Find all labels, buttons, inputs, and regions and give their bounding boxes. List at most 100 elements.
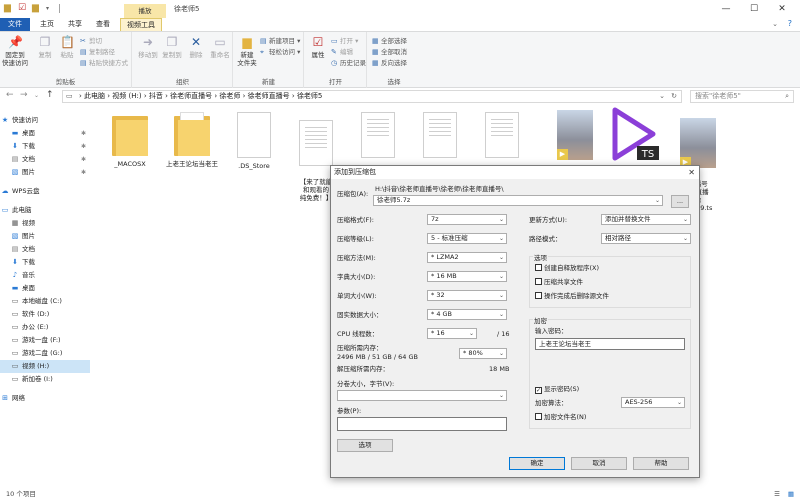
threads-combo[interactable]: * 16 ⌄ — [427, 328, 477, 339]
sfx-checkbox[interactable]: 创建自释放程序(X) — [535, 264, 599, 273]
nav-pc-pictures[interactable]: ▧ 图片 — [0, 230, 90, 243]
nav-drive-d[interactable]: ▭ 软件 (D:) — [0, 308, 90, 321]
properties-qa-icon[interactable]: ☑ — [18, 3, 26, 13]
search-input[interactable]: 搜索"徐老师5" ⌕ — [690, 90, 794, 103]
nav-quick-access[interactable]: ★ 快速访问 — [0, 114, 90, 127]
edit-button[interactable]: ✎ 编辑 — [331, 47, 353, 57]
details-view-icon[interactable]: ☰ — [774, 488, 780, 500]
file-item-folder[interactable]: 上老王论坛当老王 — [162, 112, 222, 168]
method-combo[interactable]: * LZMA2 ⌄ — [427, 252, 507, 263]
invert-selection-button[interactable]: ▦ 反向选择 — [372, 58, 407, 68]
nav-documents[interactable]: ▤ 文档 ✱ — [0, 153, 90, 166]
nav-drive-f[interactable]: ▭ 游戏一盘 (F:) — [0, 334, 90, 347]
solid-combo[interactable]: * 4 GB ⌄ — [427, 309, 507, 320]
options-button[interactable]: 选项 — [337, 439, 393, 452]
show-password-checkbox[interactable]: ✓ 显示密码(S) — [535, 385, 579, 394]
tab-share[interactable]: 共享 — [62, 18, 88, 31]
address-dropdown-icon[interactable]: ⌄ — [659, 91, 665, 102]
nav-drive-h[interactable]: ▭ 视频 (H:) — [0, 360, 90, 373]
quick-access-dropdown-icon[interactable]: ▾ — [46, 5, 49, 12]
help-icon[interactable]: ? — [788, 19, 792, 28]
file-item[interactable] — [410, 112, 470, 162]
split-combo[interactable]: ⌄ — [337, 390, 507, 401]
rename-button[interactable]: ▭ 重命名 — [207, 35, 233, 59]
new-folder-qa-icon[interactable]: ▆ — [32, 3, 39, 13]
breadcrumb-item[interactable]: 抖音 — [149, 92, 163, 100]
close-button[interactable]: ✕ — [772, 2, 792, 16]
ribbon-expand-icon[interactable]: ⌄ — [772, 20, 778, 28]
maximize-button[interactable]: ☐ — [744, 2, 764, 16]
help-button[interactable]: 帮助 — [633, 457, 689, 470]
delete-button[interactable]: ✕ 删除 — [183, 35, 209, 59]
tab-video-tools[interactable]: 视频工具 — [120, 18, 162, 31]
cut-button[interactable]: ✂ 剪切 — [80, 36, 102, 46]
breadcrumb-item[interactable]: 徐老师5 — [297, 92, 322, 100]
properties-button[interactable]: ☑ 属性 — [305, 35, 331, 59]
forward-arrow-icon[interactable]: → — [20, 90, 28, 100]
nav-desktop[interactable]: ▬ 桌面 ✱ — [0, 127, 90, 140]
memory-percent-combo[interactable]: * 80% ⌄ — [459, 348, 507, 359]
level-combo[interactable]: 5 - 标准压缩 ⌄ — [427, 233, 507, 244]
cancel-button[interactable]: 取消 — [571, 457, 627, 470]
nav-this-pc[interactable]: ▭ 此电脑 — [0, 204, 90, 217]
file-item-video[interactable]: ▶ — [545, 110, 605, 164]
file-item[interactable] — [472, 112, 532, 162]
nav-pc-desktop[interactable]: ▬ 桌面 — [0, 282, 90, 295]
dialog-close-button[interactable]: ✕ — [688, 166, 695, 179]
new-folder-button[interactable]: ▆ 新建 文件夹 — [234, 35, 260, 67]
pathmode-combo[interactable]: 相对路径 ⌄ — [601, 233, 691, 244]
shared-checkbox[interactable]: 压缩共享文件 — [535, 278, 583, 287]
file-item[interactable] — [348, 112, 408, 162]
move-to-button[interactable]: ➜ 移动到 — [135, 35, 161, 59]
delete-source-checkbox[interactable]: 操作完成后删除源文件 — [535, 292, 609, 301]
archive-name-combo[interactable]: 徐老师5.7z ⌄ — [373, 195, 663, 206]
address-bar[interactable]: ▭ › 此电脑 › 视频 (H:) › 抖音 › 徐老师直播号 › 徐老师 › … — [62, 90, 682, 103]
breadcrumb-item[interactable]: 徐老师 — [219, 92, 240, 100]
history-button[interactable]: ◷ 历史记录 — [331, 58, 366, 68]
breadcrumb-item[interactable]: 徐老师直播号 — [170, 92, 212, 100]
pin-quick-access-button[interactable]: 📌 固定到 快速访问 — [2, 35, 28, 67]
nav-drive-e[interactable]: ▭ 办公 (E:) — [0, 321, 90, 334]
tab-home[interactable]: 主页 — [34, 18, 60, 31]
open-button[interactable]: ▭ 打开 ▾ — [331, 36, 358, 46]
easy-access-button[interactable]: ⌖ 轻松访问 ▾ — [260, 47, 300, 57]
large-icons-view-icon[interactable]: ▦ — [788, 488, 794, 500]
encrypt-names-checkbox[interactable]: 加密文件名(N) — [535, 413, 586, 422]
nav-drive-i[interactable]: ▭ 新加卷 (I:) — [0, 373, 90, 386]
word-combo[interactable]: * 32 ⌄ — [427, 290, 507, 301]
breadcrumb-item[interactable]: 视频 (H:) — [112, 92, 141, 100]
nav-wps-cloud[interactable]: ☁ WPS云盘 — [0, 185, 90, 198]
browse-button[interactable]: ... — [671, 195, 689, 208]
paste-button[interactable]: 📋 粘贴 — [54, 35, 80, 59]
breadcrumb-item[interactable]: 徐老师直播号 — [248, 92, 290, 100]
minimize-button[interactable]: — — [716, 2, 736, 16]
tab-file[interactable]: 文件 — [0, 18, 30, 31]
back-arrow-icon[interactable]: ← — [6, 90, 14, 100]
paste-shortcut-button[interactable]: ▤ 粘贴快捷方式 — [80, 58, 128, 68]
tab-view[interactable]: 查看 — [90, 18, 116, 31]
nav-videos[interactable]: ▦ 视频 — [0, 217, 90, 230]
nav-network[interactable]: ⊞ 网络 — [0, 392, 90, 405]
file-item[interactable]: .DS_Store — [224, 112, 284, 170]
select-all-button[interactable]: ▦ 全部选择 — [372, 36, 407, 46]
nav-music[interactable]: ♪ 音乐 — [0, 269, 90, 282]
enc-method-combo[interactable]: AES-256 ⌄ — [621, 397, 685, 408]
context-tab-play[interactable]: 播放 — [124, 4, 166, 18]
breadcrumb-item[interactable]: 此电脑 — [84, 92, 105, 100]
dict-combo[interactable]: * 16 MB ⌄ — [427, 271, 507, 282]
nav-pc-downloads[interactable]: ⬇ 下载 — [0, 256, 90, 269]
file-item-ts[interactable]: TS — [604, 106, 664, 164]
recent-dropdown-icon[interactable]: ⌄ — [34, 92, 39, 99]
copy-path-button[interactable]: ▤ 复制路径 — [80, 47, 115, 57]
refresh-icon[interactable]: ↻ — [671, 91, 677, 102]
nav-downloads[interactable]: ⬇ 下载 ✱ — [0, 140, 90, 153]
password-input[interactable]: 上老王论坛当老王 — [535, 338, 685, 350]
nav-pictures[interactable]: ▧ 图片 ✱ — [0, 166, 90, 179]
new-item-button[interactable]: ▤ 新建项目 ▾ — [260, 36, 300, 46]
nav-drive-c[interactable]: ▭ 本地磁盘 (C:) — [0, 295, 90, 308]
nav-drive-g[interactable]: ▭ 游戏二盘 (G:) — [0, 347, 90, 360]
format-combo[interactable]: 7z ⌄ — [427, 214, 507, 225]
nav-pc-documents[interactable]: ▤ 文档 — [0, 243, 90, 256]
up-arrow-icon[interactable]: ↑ — [46, 90, 54, 100]
params-input[interactable] — [337, 417, 507, 431]
